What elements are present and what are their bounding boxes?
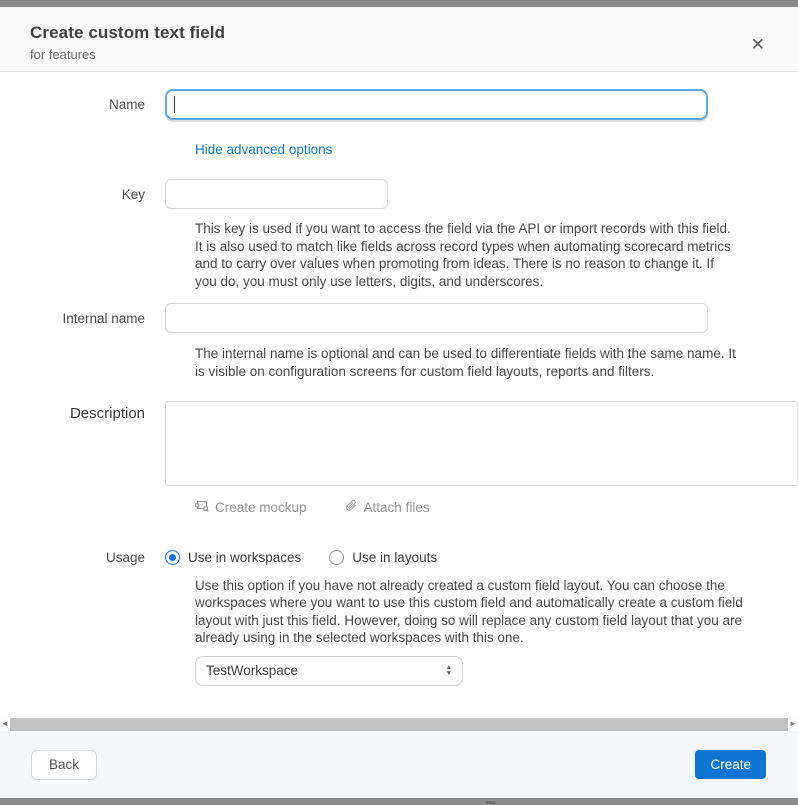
description-field-row: Description [0, 401, 798, 486]
key-field-row: Key [0, 179, 798, 209]
radio-use-in-layouts-label: Use in layouts [352, 550, 437, 565]
usage-label: Usage [0, 550, 145, 565]
attachment-actions: Create mockup Attach files [195, 499, 798, 516]
internal-name-help-text: The internal name is optional and can be… [195, 345, 743, 380]
mockup-icon [195, 499, 209, 515]
usage-field-row: Usage Use in workspaces Use in layouts [0, 550, 798, 565]
workspace-select-value: TestWorkspace [206, 663, 446, 678]
name-label: Name [0, 97, 145, 112]
modal-footer: Back Create [0, 731, 798, 798]
radio-use-in-layouts[interactable]: Use in layouts [329, 550, 437, 565]
create-mockup-label: Create mockup [215, 500, 307, 515]
page-behind-top-strip [0, 0, 798, 7]
create-custom-field-modal: Create custom text field for features ✕ … [0, 7, 798, 798]
description-textarea[interactable] [165, 401, 798, 486]
modal-body: Name Hide advanced options Key This key … [0, 72, 798, 717]
description-label: Description [0, 401, 145, 422]
page-behind-artifact [486, 801, 495, 804]
usage-radio-group: Use in workspaces Use in layouts [165, 550, 437, 565]
create-mockup-button[interactable]: Create mockup [195, 499, 307, 515]
attach-files-label: Attach files [364, 500, 430, 515]
key-input[interactable] [165, 179, 388, 209]
paperclip-icon [345, 499, 358, 516]
workspace-select[interactable]: TestWorkspace ▲ ▼ [195, 656, 463, 686]
modal-header: Create custom text field for features ✕ [0, 7, 798, 72]
key-label: Key [0, 187, 145, 202]
hide-advanced-options-link[interactable]: Hide advanced options [195, 142, 332, 157]
back-button[interactable]: Back [31, 750, 97, 780]
close-icon[interactable]: ✕ [751, 36, 765, 53]
name-field-row: Name [0, 89, 798, 120]
attach-files-button[interactable]: Attach files [345, 499, 430, 516]
usage-help-text: Use this option if you have not already … [195, 577, 781, 647]
select-spinner-icon: ▲ ▼ [446, 665, 452, 677]
modal-subtitle: for features [30, 47, 768, 62]
create-button[interactable]: Create [695, 750, 766, 779]
radio-selected-icon [165, 550, 180, 565]
scroll-right-icon[interactable]: ► [788, 717, 798, 731]
internal-name-field-row: Internal name [0, 303, 798, 333]
scroll-left-icon[interactable]: ◄ [0, 717, 10, 731]
text-caret [174, 96, 175, 113]
radio-use-in-workspaces[interactable]: Use in workspaces [165, 550, 301, 565]
modal-title: Create custom text field [30, 23, 768, 43]
internal-name-input[interactable] [165, 303, 708, 333]
name-input[interactable] [165, 89, 708, 120]
scrollbar-thumb[interactable] [10, 718, 788, 731]
radio-unselected-icon [329, 550, 344, 565]
page-behind-bottom-strip [0, 798, 798, 805]
internal-name-label: Internal name [0, 311, 145, 326]
key-help-text: This key is used if you want to access t… [195, 220, 732, 290]
radio-use-in-workspaces-label: Use in workspaces [188, 550, 301, 565]
horizontal-scrollbar: ◄ ► [0, 717, 798, 731]
